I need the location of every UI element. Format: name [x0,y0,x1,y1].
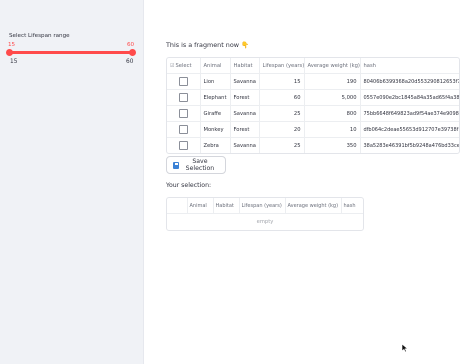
cell-lifespan[interactable]: 20 [259,121,305,138]
save-selection-button[interactable]: Save Selection [166,156,226,174]
empty-state-text: empty [256,219,274,225]
column-header-lifespan[interactable]: Lifespan (years) [239,198,286,214]
cell-animal[interactable]: Monkey [200,121,231,138]
cell-habitat[interactable]: Forest [230,89,260,106]
slider-track[interactable] [9,51,132,54]
slider-min-label: 15 [10,59,18,65]
table-row[interactable]: Giraffe Savanna 25 800 75bb6648f649823ad… [167,105,459,122]
save-selection-label: Save Selection [185,158,215,172]
cell-hash[interactable]: 38a5283e46391bf5b9248a476bd33ce [360,138,460,154]
row-select-checkbox[interactable] [178,77,188,86]
cell-lifespan[interactable]: 25 [259,105,305,122]
cell-weight[interactable]: 5,000 [304,89,361,106]
your-selection-heading: Your selection: [166,182,212,189]
column-header-weight[interactable]: Average weight (kg) [304,58,361,74]
cell-hash[interactable]: 75bb6648f649823ad9f54ae374e9098af [360,105,459,122]
table-row[interactable]: Zebra Savanna 25 350 38a5283e46391bf5b92… [167,137,460,154]
column-header-habitat[interactable]: Habitat [213,198,240,214]
table-row[interactable]: Monkey Forest 20 10 dfb064c2deae55653d91… [167,121,459,138]
cell-animal[interactable]: Elephant [200,89,231,106]
row-select-checkbox[interactable] [178,93,188,102]
column-header-select[interactable]: ☑Select [167,58,201,74]
slider-max-label: 60 [126,59,134,65]
row-select-checkbox[interactable] [178,125,188,134]
main-content: This is a fragment now 👇 ☑Select Animal … [143,0,474,364]
column-header-animal[interactable]: Animal [187,198,214,214]
slider-high-handle[interactable] [129,49,136,56]
checklist-icon: ☑ [170,62,175,69]
table-header: ☑Select Animal Habitat Lifespan (years) … [167,58,459,74]
cell-lifespan[interactable]: 25 [259,137,305,153]
pointing-down-icon: 👇 [241,41,249,49]
column-header-hash[interactable]: hash [341,198,363,214]
cell-habitat[interactable]: Forest [230,121,260,138]
fragment-text: This is a fragment now [166,41,239,49]
floppy-disk-icon [173,161,179,169]
slider-low-handle[interactable] [6,49,13,56]
cell-weight[interactable]: 10 [304,121,361,138]
column-header-weight[interactable]: Average weight (kg) [285,198,342,214]
table-row[interactable]: Elephant Forest 60 5,000 0557e090e2bc184… [167,89,459,106]
fragment-caption: This is a fragment now 👇 [166,41,249,49]
cell-hash[interactable]: dfb064c2deae55653d912707e39738f [360,121,459,138]
slider-label: Select Lifespan range [9,33,70,39]
table-row[interactable]: Lion Savanna 15 190 80406b6399368a20d553… [167,73,459,90]
cell-hash[interactable]: 0557e090e2bc1845a84a35ad65f4a38 [360,89,459,106]
cell-weight[interactable]: 350 [304,137,361,153]
cell-animal[interactable]: Lion [200,73,231,90]
slider-low-value: 15 [8,42,16,48]
cell-habitat[interactable]: Savanna [230,105,260,122]
column-header-hash[interactable]: hash [360,58,459,74]
mouse-pointer-icon [401,343,409,353]
cell-lifespan[interactable]: 60 [259,89,305,106]
selection-table[interactable]: Animal Habitat Lifespan (years) Average … [166,197,364,231]
column-header-habitat[interactable]: Habitat [230,58,260,74]
cell-weight[interactable]: 800 [304,105,361,122]
animals-table[interactable]: ☑Select Animal Habitat Lifespan (years) … [166,57,460,154]
slider-high-value: 60 [127,42,135,48]
cell-animal[interactable]: Zebra [200,137,231,153]
cell-lifespan[interactable]: 15 [259,73,305,90]
cell-habitat[interactable]: Savanna [230,137,260,153]
cell-hash[interactable]: 80406b6399368a20d553290812653f7a [360,73,459,90]
column-header-animal[interactable]: Animal [200,58,231,74]
cell-weight[interactable]: 190 [304,73,361,90]
table-header: Animal Habitat Lifespan (years) Average … [167,198,363,214]
row-select-checkbox[interactable] [178,141,188,150]
cell-habitat[interactable]: Savanna [230,73,260,90]
column-header-index [167,198,188,214]
column-header-lifespan[interactable]: Lifespan (years) [259,58,305,74]
sidebar: Select Lifespan range 15 60 15 60 [0,0,144,364]
row-select-checkbox[interactable] [178,109,188,118]
cell-animal[interactable]: Giraffe [200,105,231,122]
